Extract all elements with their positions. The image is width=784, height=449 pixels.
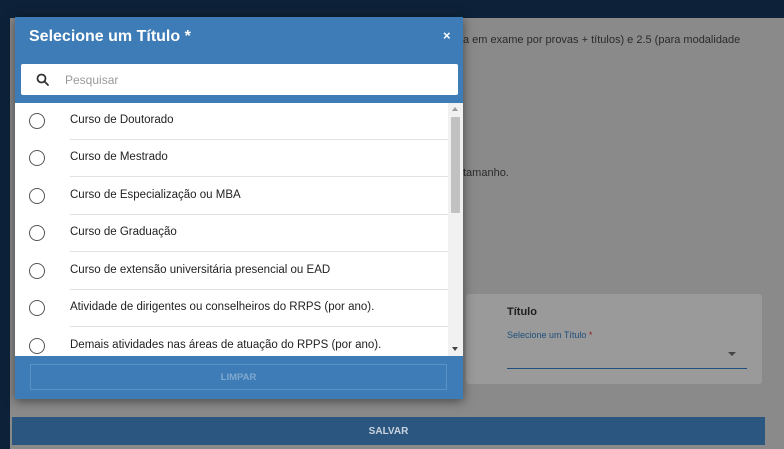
radio-unchecked-icon[interactable] (29, 338, 45, 354)
title-card-heading: Título (507, 306, 537, 318)
clear-button[interactable]: LIMPAR (30, 364, 447, 390)
background-size-text: tamanho. (463, 167, 509, 179)
option-label: Atividade de dirigentes ou conselheiros … (70, 301, 375, 313)
select-title-modal: Selecione um Título * × Curso de Doutora… (15, 17, 463, 399)
search-input[interactable] (63, 71, 447, 88)
divider (70, 251, 448, 252)
options-list: Curso de Doutorado Curso de Mestrado Cur… (15, 103, 463, 356)
radio-unchecked-icon[interactable] (29, 263, 45, 279)
scroll-down-arrow-icon[interactable] (452, 347, 458, 351)
modal-title: Selecione um Título * (29, 28, 191, 45)
required-mark: * (588, 330, 593, 340)
window-frame-top (0, 0, 784, 18)
list-item[interactable]: Atividade de dirigentes ou conselheiros … (15, 290, 448, 327)
close-icon[interactable]: × (443, 28, 451, 43)
radio-unchecked-icon[interactable] (29, 113, 45, 129)
divider (70, 326, 448, 327)
scroll-thumb[interactable] (451, 117, 460, 213)
scroll-up-arrow-icon[interactable] (452, 107, 458, 111)
option-label: Curso de Graduação (70, 226, 177, 238)
chevron-down-icon[interactable] (728, 352, 736, 356)
radio-unchecked-icon[interactable] (29, 300, 45, 316)
search-icon (35, 72, 51, 88)
radio-unchecked-icon[interactable] (29, 150, 45, 166)
background-instructions-text: a em exame por provas + títulos) e 2.5 (… (463, 34, 741, 46)
search-box (21, 64, 458, 95)
modal-header: Selecione um Título * × (15, 17, 463, 103)
option-label: Demais atividades nas áreas de atuação d… (70, 339, 382, 351)
list-item[interactable]: Curso de extensão universitária presenci… (15, 253, 448, 290)
option-label: Curso de Mestrado (70, 151, 168, 163)
window-frame-left (0, 0, 10, 449)
option-label: Curso de Doutorado (70, 114, 174, 126)
title-select-label: Selecione um Título * (507, 330, 592, 340)
modal-footer: LIMPAR (15, 356, 463, 399)
list-item[interactable]: Curso de Graduação (15, 215, 448, 252)
radio-unchecked-icon[interactable] (29, 225, 45, 241)
option-label: Curso de extensão universitária presenci… (70, 264, 331, 276)
title-select-underline[interactable] (507, 368, 747, 369)
list-item[interactable]: Curso de Doutorado (15, 103, 448, 140)
radio-unchecked-icon[interactable] (29, 188, 45, 204)
list-item[interactable]: Curso de Mestrado (15, 140, 448, 177)
title-select-label-text: Selecione um Título (507, 330, 587, 340)
list-item[interactable]: Curso de Especialização ou MBA (15, 178, 448, 215)
option-label: Curso de Especialização ou MBA (70, 189, 241, 201)
list-scrollbar[interactable] (448, 103, 463, 356)
divider (70, 176, 448, 177)
list-item[interactable]: Demais atividades nas áreas de atuação d… (15, 328, 448, 356)
save-button[interactable]: SALVAR (12, 417, 765, 445)
